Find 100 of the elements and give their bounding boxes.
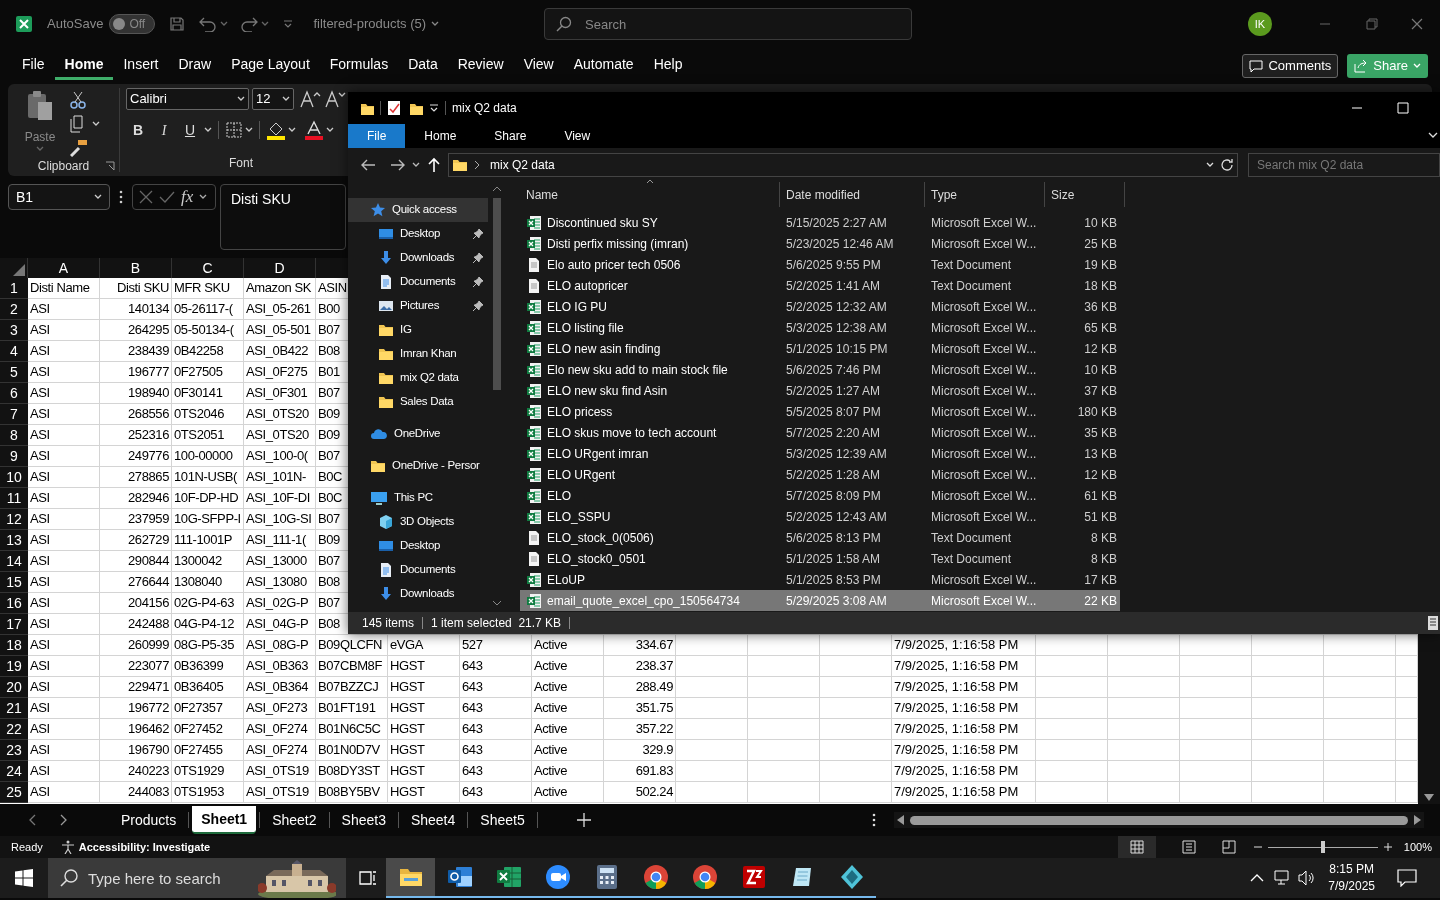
normal-view-icon[interactable] <box>1129 840 1144 854</box>
more-icon[interactable] <box>119 190 123 204</box>
navigation-item[interactable]: Quick access <box>348 198 488 222</box>
more-icon[interactable] <box>871 813 876 827</box>
taskbar-app[interactable] <box>386 858 435 898</box>
file-row[interactable]: ELO IG PU 5/2/2025 12:32 AM Microsoft Excel W... 36 KB <box>520 296 1120 317</box>
address-field[interactable]: mix Q2 data <box>448 153 1238 177</box>
browser-icon[interactable] <box>642 864 669 890</box>
file-row[interactable]: ELO pricess 5/5/2025 8:07 PM Microsoft Excel W... 180 KB <box>520 401 1120 422</box>
up-icon[interactable] <box>427 157 441 173</box>
sort-up-icon[interactable] <box>646 179 654 184</box>
ribbon-tab[interactable]: File <box>348 124 406 148</box>
browser-icon[interactable] <box>691 864 718 890</box>
copy-icon[interactable] <box>70 115 86 133</box>
ribbon-tab[interactable]: Home <box>405 124 476 148</box>
borders-icon[interactable] <box>225 121 243 139</box>
expand-ribbon-icon[interactable] <box>1428 132 1438 140</box>
file-row[interactable]: ELO_stock_0(0506) 5/6/2025 8:13 PM Text Document 8 KB <box>520 527 1120 548</box>
menu-tab[interactable]: Page Layout <box>221 52 320 80</box>
menu-tab[interactable]: File <box>12 52 55 80</box>
details-view-icon[interactable] <box>1428 616 1438 630</box>
select-all-icon[interactable] <box>13 264 25 276</box>
comments-button[interactable]: Comments <box>1242 54 1339 78</box>
volume-icon[interactable] <box>1298 870 1315 886</box>
file-row[interactable]: ELO URgent imran 5/3/2025 12:39 AM Microsoft Excel W... 13 KB <box>520 443 1120 464</box>
save-icon[interactable] <box>169 16 186 32</box>
sheet-tab[interactable]: Sheet3 <box>332 806 395 834</box>
undo-icon[interactable] <box>199 16 218 32</box>
file-row[interactable]: ELO_stock0_0501 5/1/2025 1:58 AM Text Document 8 KB <box>520 548 1120 569</box>
navigation-item[interactable]: Desktop <box>348 222 488 246</box>
menu-tab[interactable]: Insert <box>113 52 169 80</box>
cut-icon[interactable] <box>70 91 86 109</box>
scroll-down-icon[interactable] <box>1424 794 1434 802</box>
horizontal-scrollbar[interactable] <box>893 812 1424 828</box>
launcher-icon[interactable] <box>105 161 115 171</box>
sheet-tab[interactable]: Sheet4 <box>401 806 465 834</box>
calculator-icon[interactable] <box>595 864 618 890</box>
menu-tab[interactable]: Draw <box>168 52 222 80</box>
cancel-icon[interactable] <box>139 190 153 204</box>
format-button[interactable]: B <box>126 119 150 141</box>
sheet-tab[interactable]: Products <box>112 806 186 834</box>
column-header[interactable]: Name <box>526 185 558 204</box>
file-row[interactable]: ELoUP 5/1/2025 8:53 PM Microsoft Excel W... 17 KB <box>520 569 1120 590</box>
file-row[interactable]: ELO listing file 5/3/2025 12:38 AM Microsoft Excel W... 65 KB <box>520 317 1120 338</box>
autosave-toggle[interactable]: Off <box>109 14 156 34</box>
column-header[interactable]: Date modified <box>786 185 861 204</box>
folder-icon[interactable] <box>398 866 423 888</box>
file-row[interactable]: ELO 5/7/2025 8:09 PM Microsoft Excel W... 61 KB <box>520 485 1120 506</box>
zoom-slider-thumb[interactable] <box>1320 841 1325 853</box>
increase-font-icon[interactable] <box>299 90 321 108</box>
forward-icon[interactable] <box>390 158 406 172</box>
column-header[interactable]: C <box>202 257 213 279</box>
column-header[interactable]: B <box>130 257 141 279</box>
notification-icon[interactable] <box>1397 869 1417 887</box>
navigation-item[interactable]: Downloads <box>348 246 488 270</box>
properties-icon[interactable] <box>387 100 401 116</box>
search-field[interactable]: Search <box>544 8 912 40</box>
file-row[interactable]: ELO_SSPU 5/2/2025 12:43 AM Microsoft Excel W... 51 KB <box>520 506 1120 527</box>
sheet-tab[interactable]: Sheet5 <box>471 806 534 834</box>
column-header[interactable]: Type <box>931 185 957 204</box>
task-view-icon[interactable] <box>358 869 378 887</box>
file-row[interactable]: Elo new sku add to main stock file 5/6/2025 7:46 PM Microsoft Excel W... 10 KB <box>520 359 1120 380</box>
back-icon[interactable] <box>360 158 376 172</box>
camera-icon[interactable] <box>544 864 571 890</box>
page-layout-icon[interactable] <box>1181 840 1196 854</box>
menu-tab[interactable]: Home <box>54 52 114 80</box>
file-row[interactable]: email_quote_excel_cpo_150564734 5/29/2025 3:08 AM Microsoft Excel W... 22 KB <box>520 590 1120 611</box>
column-header[interactable]: D <box>274 257 285 279</box>
refresh-icon[interactable] <box>1220 158 1234 172</box>
decrease-font-icon[interactable] <box>324 90 346 108</box>
page-break-icon[interactable] <box>1221 840 1236 854</box>
file-row[interactable]: Disti perfix missing (imran) 5/23/2025 12:46 AM Microsoft Excel W... 25 KB <box>520 233 1120 254</box>
zoom-level[interactable]: 100% <box>1403 838 1432 856</box>
ribbon-tab[interactable]: View <box>545 124 610 148</box>
zoom-out-icon[interactable] <box>1253 843 1262 851</box>
file-row[interactable]: ELO skus move to tech account 5/7/2025 2:20 AM Microsoft Excel W... 35 KB <box>520 422 1120 443</box>
font-name-field[interactable]: Calibri <box>126 88 249 110</box>
scrollbar-thumb[interactable] <box>492 198 501 390</box>
font-color-icon[interactable] <box>304 120 324 140</box>
enter-icon[interactable] <box>159 190 175 204</box>
name-box[interactable]: B1 <box>8 184 110 210</box>
menu-tab[interactable]: Formulas <box>319 52 399 80</box>
file-row[interactable]: ELO new sku find Asin 5/2/2025 1:27 AM Microsoft Excel W... 37 KB <box>520 380 1120 401</box>
file-row[interactable]: ELO new asin finding 5/1/2025 10:15 PM Microsoft Excel W... 12 KB <box>520 338 1120 359</box>
zoom-in-icon[interactable] <box>1383 843 1392 851</box>
next-sheet-icon[interactable] <box>60 814 68 826</box>
format-button[interactable]: U <box>178 119 202 141</box>
windows-icon[interactable] <box>15 869 33 887</box>
menu-tab[interactable]: View <box>513 52 564 80</box>
spreadsheet-icon[interactable] <box>495 865 522 889</box>
sheet-tab[interactable]: Sheet2 <box>263 806 326 834</box>
zigzag-app-icon[interactable] <box>741 865 766 889</box>
insert-function-button[interactable]: fx <box>181 184 194 210</box>
file-row[interactable]: Discontinued sku SY 5/15/2025 2:27 AM Microsoft Excel W... 10 KB <box>520 212 1120 233</box>
fill-color-icon[interactable] <box>266 120 286 140</box>
chevron-up-icon[interactable] <box>1250 874 1265 882</box>
paste-button[interactable]: Paste <box>8 90 60 157</box>
search-field[interactable]: Search mix Q2 data <box>1248 153 1440 177</box>
format-painter-icon[interactable] <box>70 139 88 157</box>
file-row[interactable]: Elo auto pricer tech 0506 5/6/2025 9:55 PM Text Document 19 KB <box>520 254 1120 275</box>
